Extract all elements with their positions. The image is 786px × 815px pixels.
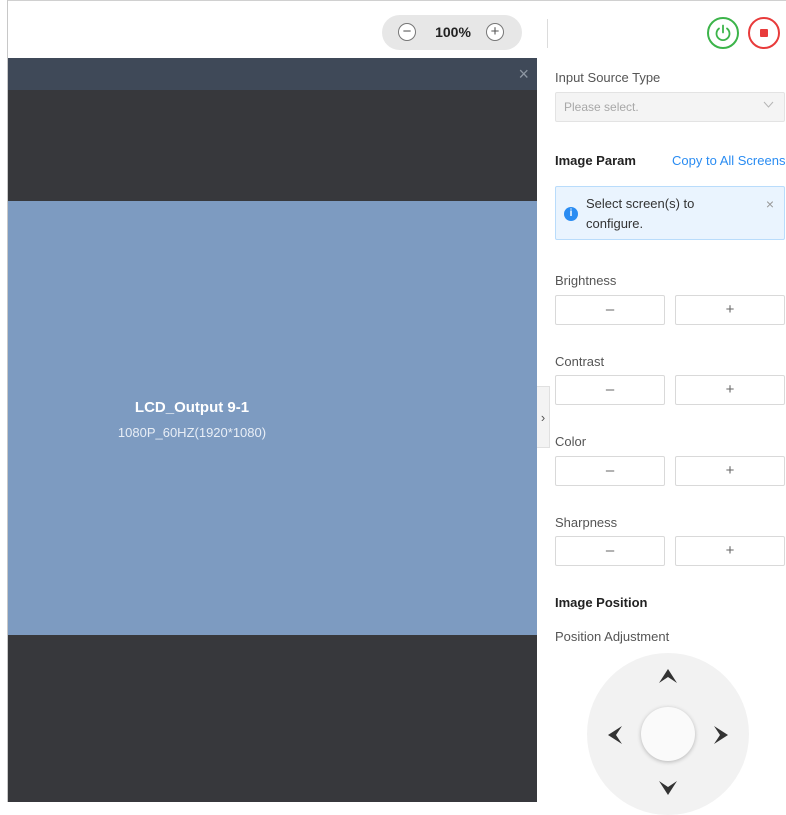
brightness-increase-button[interactable]: + xyxy=(675,295,785,325)
panel-collapse-toggle[interactable]: › xyxy=(537,386,550,448)
input-source-select[interactable]: Please select. xyxy=(555,92,785,122)
close-icon[interactable]: × xyxy=(518,65,529,83)
stop-button[interactable] xyxy=(748,17,780,49)
top-toolbar: − 100% + xyxy=(8,1,786,58)
zoom-in-button[interactable]: + xyxy=(486,23,504,41)
canvas-header: × xyxy=(8,58,537,90)
chevron-right-icon: › xyxy=(540,410,546,425)
color-increase-button[interactable]: + xyxy=(675,456,785,486)
close-icon[interactable]: × xyxy=(766,196,774,212)
arrow-down-icon[interactable] xyxy=(659,781,677,795)
zoom-control: − 100% + xyxy=(382,15,522,50)
sharpness-increase-button[interactable]: + xyxy=(675,536,785,566)
stop-icon xyxy=(760,29,768,37)
joystick-center-button[interactable] xyxy=(641,707,695,761)
image-param-title: Image Param xyxy=(555,153,636,168)
position-joystick xyxy=(587,653,749,815)
screen-canvas[interactable]: × LCD_Output 9-1 1080P_60HZ(1920*1080) xyxy=(8,58,537,802)
properties-panel: Input Source Type Please select. Image P… xyxy=(555,58,786,815)
contrast-decrease-button[interactable]: – xyxy=(555,375,665,405)
contrast-label: Contrast xyxy=(555,354,605,369)
color-label: Color xyxy=(555,434,587,449)
copy-to-all-screens-link[interactable]: Copy to All Screens xyxy=(672,153,785,168)
power-button[interactable] xyxy=(707,17,739,49)
chevron-down-icon xyxy=(763,99,774,113)
input-source-label: Input Source Type xyxy=(555,70,661,85)
info-alert: i Select screen(s) to configure. × xyxy=(555,186,785,240)
image-position-title: Image Position xyxy=(555,595,648,610)
toolbar-divider xyxy=(547,19,548,48)
arrow-left-icon[interactable] xyxy=(608,726,622,744)
screen-resolution: 1080P_60HZ(1920*1080) xyxy=(117,425,267,440)
contrast-increase-button[interactable]: + xyxy=(675,375,785,405)
arrow-up-icon[interactable] xyxy=(659,669,677,683)
sharpness-decrease-button[interactable]: – xyxy=(555,536,665,566)
select-placeholder: Please select. xyxy=(564,100,639,114)
zoom-out-button[interactable]: − xyxy=(398,23,416,41)
info-text: Select screen(s) to configure. xyxy=(586,196,695,231)
zoom-value: 100% xyxy=(435,24,471,40)
arrow-right-icon[interactable] xyxy=(714,726,728,744)
screen-name: LCD_Output 9-1 xyxy=(134,399,250,416)
color-decrease-button[interactable]: – xyxy=(555,456,665,486)
brightness-decrease-button[interactable]: – xyxy=(555,295,665,325)
screen-lcd-output[interactable]: LCD_Output 9-1 1080P_60HZ(1920*1080) xyxy=(8,201,537,635)
brightness-label: Brightness xyxy=(555,273,617,288)
position-adjustment-label: Position Adjustment xyxy=(555,629,670,644)
power-icon xyxy=(715,24,731,42)
info-icon: i xyxy=(564,207,578,221)
sharpness-label: Sharpness xyxy=(555,515,618,530)
